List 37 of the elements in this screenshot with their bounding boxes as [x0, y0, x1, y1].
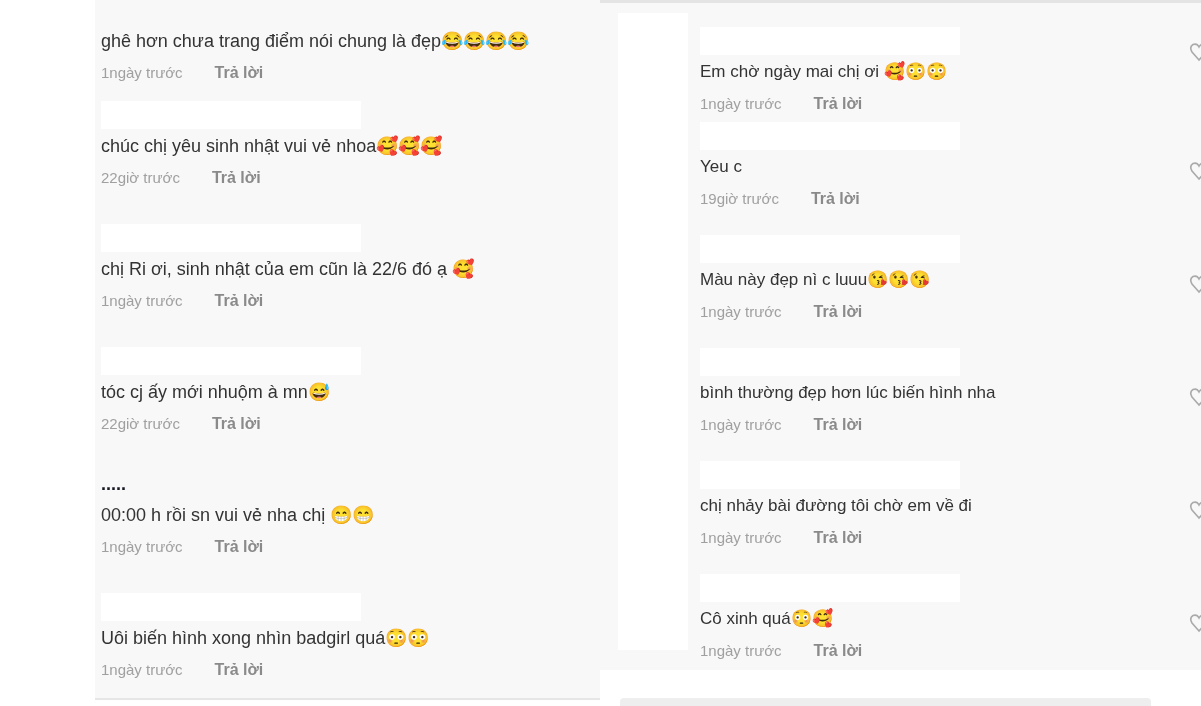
reply-link[interactable]: Trả lời	[214, 61, 264, 85]
comment-time: 1ngày trước	[101, 659, 183, 680]
comment-text: Yeu c	[700, 156, 742, 178]
comment-time: 22giờ trước	[101, 167, 180, 188]
comment-time: 1ngày trước	[700, 301, 782, 322]
comment-text: 00:00 h rồi sn vui vẻ nha chị 😁😁	[101, 504, 375, 527]
comment-text: chị Ri ơi, sinh nhật của em cũn là 22/6 đó ạ 🥰	[101, 257, 474, 281]
comment-text: chúc chị yêu sinh nhật vui vẻ nhoa🥰🥰🥰	[101, 134, 443, 158]
comment-text: chị nhảy bài đường tôi chờ em về đi	[700, 495, 972, 517]
comment-time: 19giờ trước	[700, 188, 779, 209]
comment-time: 1ngày trước	[700, 527, 782, 548]
comment-text: tóc cj ấy mới nhuộm à mn😅	[101, 381, 330, 404]
reply-link[interactable]: Trả lời	[214, 535, 264, 559]
comment-text: ghê hơn chưa trang điểm nói chung là đẹp😂😂😂😂	[101, 30, 530, 53]
comment-text: Uôi biến hình xong nhìn badgirl quá😳😳	[101, 627, 430, 650]
comment-text: Cô xinh quá😳🥰	[700, 607, 833, 630]
reply-link[interactable]: Trả lời	[813, 526, 863, 550]
comment-time: 1ngày trước	[700, 414, 782, 435]
comment-time: 1ngày trước	[101, 62, 183, 83]
reply-link[interactable]: Trả lời	[211, 166, 261, 190]
reply-link[interactable]: Trả lời	[813, 300, 863, 324]
username[interactable]: .....	[101, 471, 126, 498]
reply-link[interactable]: Trả lời	[214, 289, 264, 313]
reply-link[interactable]: Trả lời	[810, 187, 860, 211]
comment-text: Em chờ ngày mai chị ơi 🥰😳😳	[700, 60, 947, 83]
comment-time: 1ngày trước	[101, 536, 183, 557]
comment-time: 1ngày trước	[101, 290, 183, 311]
comment-text: Màu này đẹp nì c luuu😘😘😘	[700, 269, 931, 291]
comment-text: bình thường đẹp hơn lúc biến hình nha	[700, 382, 996, 404]
comment-time: 1ngày trước	[700, 640, 782, 661]
reply-link[interactable]: Trả lời	[813, 639, 863, 663]
reply-link[interactable]: Trả lời	[211, 412, 261, 436]
comment-time: 22giờ trước	[101, 413, 180, 434]
comment-time: 1ngày trước	[700, 93, 782, 114]
reply-link[interactable]: Trả lời	[813, 92, 863, 116]
reply-link[interactable]: Trả lời	[813, 413, 863, 437]
reply-link[interactable]: Trả lời	[214, 658, 264, 682]
